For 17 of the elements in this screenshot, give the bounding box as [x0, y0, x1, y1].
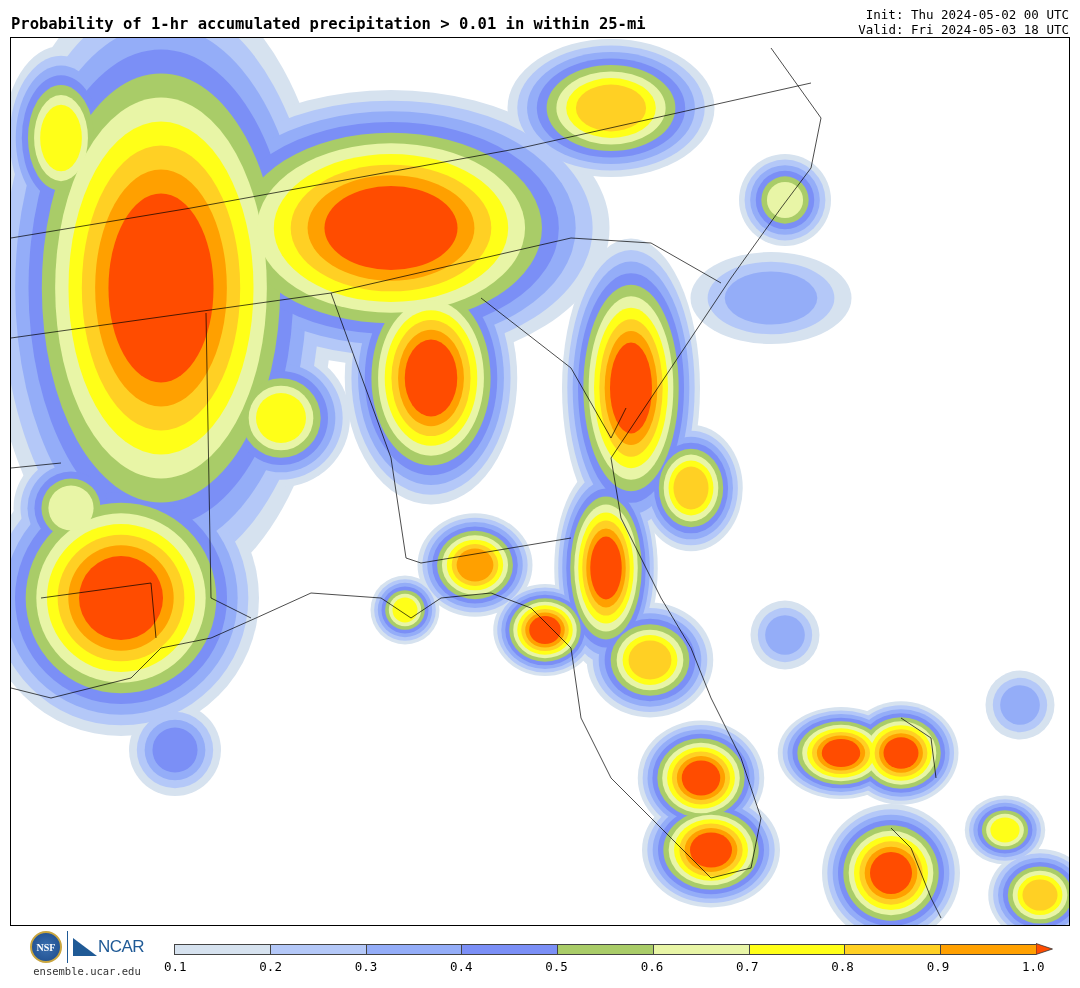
valid-time: Valid: Fri 2024-05-03 18 UTC: [858, 22, 1069, 37]
nsf-logo: NSF: [29, 931, 62, 963]
ncar-triangle-icon: [72, 938, 97, 956]
colorbar-tick-label: 0.5: [545, 959, 568, 974]
colorbar-tick-label: 1.0: [1021, 959, 1044, 974]
colorbar-tick-label: 0.2: [259, 959, 282, 974]
init-time: Init: Thu 2024-05-02 00 UTC: [865, 8, 1069, 23]
colorbar-tick-label: 0.8: [831, 959, 854, 974]
colorbar-tick-label: 0.4: [450, 959, 472, 974]
ncar-logo: NCAR: [97, 937, 145, 957]
colorbar-tick-label: 0.3: [354, 959, 377, 974]
colorbar-tick-label: 0.7: [735, 959, 758, 974]
colorbar-tick-label: 0.6: [640, 959, 663, 974]
colorbar-tick-label: 0.1: [164, 959, 186, 974]
chart-title: Probability of 1-hr accumulated precipitation > 0.01 in within 25-mi: [11, 15, 646, 35]
colorbar-tick-label: 0.9: [926, 959, 949, 974]
website-url: ensemble.ucar.edu: [33, 965, 141, 977]
